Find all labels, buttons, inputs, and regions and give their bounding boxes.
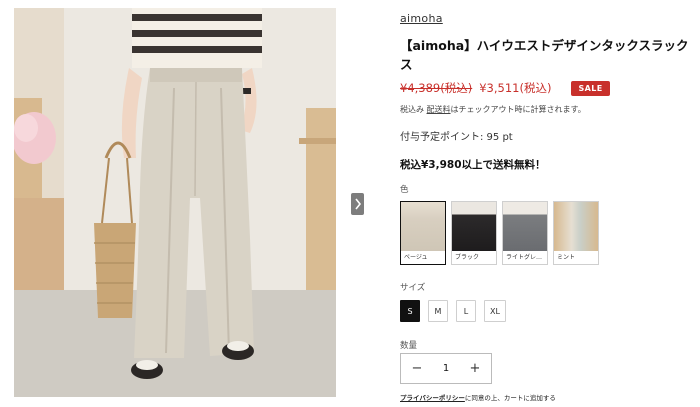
price-row: ¥4,389(税込) ¥3,511(税込) SALE [400,80,610,96]
sale-badge: SALE [571,80,610,96]
privacy-consent-text: プライバシーポリシーに同意の上、カートに追加する [400,392,556,402]
quantity-increase-button[interactable]: + [468,361,482,376]
tax-note: 税込み 配送料はチェックアウト時に計算されます。 [400,104,586,115]
size-label: サイズ [400,283,426,293]
points-text: 付与予定ポイント: 95 pt [400,132,513,143]
size-options: S M L XL [400,300,506,322]
swatch-image [401,202,445,251]
chevron-right-icon [354,198,361,210]
size-option-xl[interactable]: XL [484,300,506,322]
quantity-stepper: − 1 + [400,353,492,384]
swatch-label: ブラック [455,254,480,261]
swatch-label: ベージュ [404,254,428,261]
brand-link[interactable]: aimoha [400,12,443,25]
color-swatch-beige[interactable]: ベージュ [400,201,446,265]
next-image-button[interactable] [351,193,364,215]
swatch-image [503,202,547,251]
sale-price: ¥3,511(税込) [479,81,552,95]
product-photo-illustration [14,8,336,397]
original-price: ¥4,389(税込) [400,81,473,95]
size-option-s[interactable]: S [400,300,420,322]
swatch-image [452,202,496,251]
privacy-policy-link[interactable]: プライバシーポリシー [400,394,465,402]
product-image [14,8,336,397]
size-option-m[interactable]: M [428,300,448,322]
product-title: 【aimoha】ハイウエストデザインタックスラックス [400,38,689,72]
free-shipping-text: 税込¥3,980以上で送料無料！ [400,159,546,171]
color-swatches: ベージュ ブラック ライトグレ… ミント [400,201,599,265]
swatch-image [554,202,598,251]
quantity-value[interactable]: 1 [443,363,449,374]
tax-suffix: はチェックアウト時に計算されます。 [450,105,586,114]
quantity-decrease-button[interactable]: − [410,361,424,376]
color-swatch-lightgray[interactable]: ライトグレ… [502,201,548,265]
color-swatch-mint[interactable]: ミント [553,201,599,265]
tax-prefix: 税込み [400,105,424,114]
color-label: 色 [400,185,409,195]
quantity-label: 数量 [400,341,418,351]
swatch-label: ライトグレ… [506,254,543,261]
swatch-label: ミント [557,254,576,261]
size-option-l[interactable]: L [456,300,476,322]
privacy-suffix: に同意の上、カートに追加する [464,394,556,402]
color-swatch-black[interactable]: ブラック [451,201,497,265]
shipping-link[interactable]: 配送料 [427,105,451,114]
